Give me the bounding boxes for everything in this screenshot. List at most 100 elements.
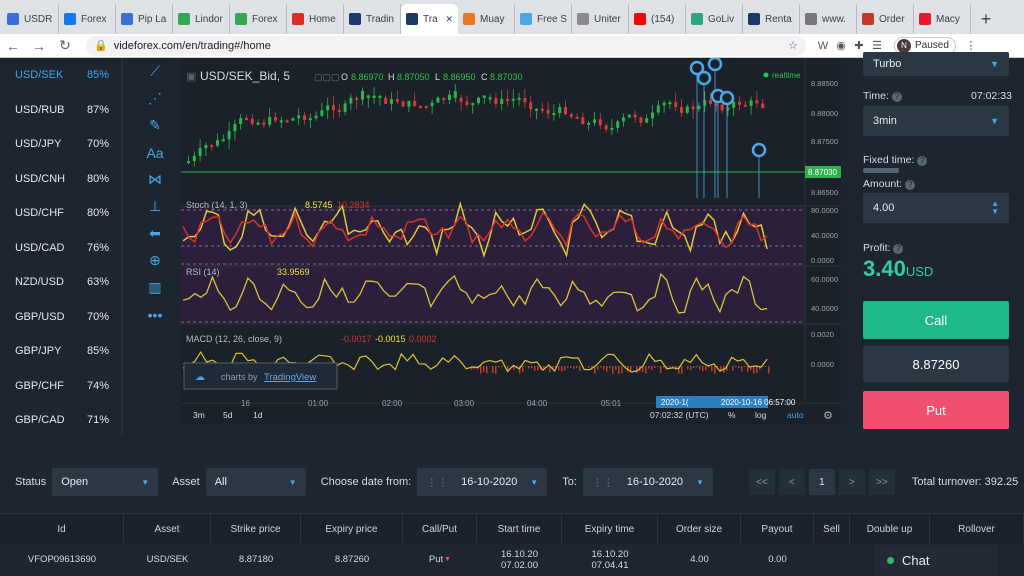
chat-button[interactable]: Chat [875,545,997,576]
chart-settings-gear-icon[interactable]: ⚙ [823,410,833,422]
amount-input[interactable]: 4.00 ▲ ▼ [863,193,1009,223]
column-header[interactable]: Strike price [211,514,301,544]
browser-tab[interactable]: Renta [743,4,800,34]
browser-tab[interactable]: Forex [59,4,116,34]
price-chart[interactable]: ▣ USD/SEK_Bid, 5 ▢▢▢ O 8.86970 H 8.87050… [181,56,841,424]
indicators-icon[interactable]: ▥ [137,274,173,301]
range-5d[interactable]: 5d [223,410,233,420]
date-from-picker[interactable]: ⋮⋮ 16-10-2020 ▼ [417,468,548,496]
browser-tab[interactable]: Tradin [344,4,401,34]
date-to-picker[interactable]: ⋮⋮ 16-10-2020 ▼ [582,468,713,496]
column-header[interactable]: Double up [850,514,930,544]
help-icon[interactable]: ? [917,156,928,166]
asset-item[interactable]: NZD/USD 63% [0,265,121,300]
column-header[interactable]: Call/Put [403,514,477,544]
browser-tab[interactable]: Home [287,4,344,34]
asset-item[interactable]: USD/RUB 87% [0,93,121,128]
extension-w-icon[interactable]: W [814,40,832,52]
browser-tab[interactable]: Order [857,4,914,34]
browser-tab[interactable]: (154) [629,4,686,34]
help-icon[interactable]: ? [893,244,904,254]
range-1d[interactable]: 1d [253,410,263,420]
stepper-icon[interactable]: ▲ ▼ [991,200,999,216]
column-header[interactable]: Expiry time [562,514,658,544]
browser-tab[interactable]: Free S [515,4,572,34]
trade-marker-pin[interactable] [696,70,712,86]
fib-tool-icon[interactable]: ⋰ [137,85,173,112]
range-3m[interactable]: 3m [193,410,205,420]
column-header[interactable]: Id [0,514,124,544]
asset-filter-select[interactable]: All ▼ [205,468,306,496]
browser-tab[interactable]: Pip La [116,4,173,34]
browser-tab[interactable]: Forex [230,4,287,34]
url-field[interactable]: 🔒 videforex.com/en/trading#/home ☆ [86,35,806,56]
chart-settings-icons[interactable]: ▢▢▢ [314,72,340,82]
current-page[interactable]: 1 [808,469,835,495]
chart-collapse-icon[interactable]: ▣ [186,71,196,83]
asset-item[interactable]: USD/CNH 80% [0,162,121,197]
asset-item[interactable]: USD/SEK 85% [0,58,121,93]
column-header[interactable]: Asset [124,514,211,544]
next-page-button[interactable]: > [838,469,865,495]
asset-item[interactable]: USD/JPY 70% [0,127,121,162]
call-button[interactable]: Call [863,301,1009,339]
asset-item[interactable]: GBP/CHF 74% [0,369,121,404]
back-icon[interactable]: ← [0,38,26,54]
help-icon[interactable]: ? [891,92,902,102]
trade-marker-pin[interactable] [707,56,723,72]
trade-marker-pin[interactable] [751,142,767,158]
table-row[interactable]: VFOP09613690 USD/SEK 8.87180 8.87260 Put… [0,543,1024,576]
auto-button[interactable]: auto [787,410,804,420]
more-tools-icon[interactable]: ••• [137,301,173,328]
asset-item[interactable]: USD/CHF 80% [0,196,121,231]
line-tool-icon[interactable]: ⟋ [137,58,173,85]
browser-tab[interactable]: USDR [2,4,59,34]
zoom-icon[interactable]: ⊕ [137,247,173,274]
mode-select[interactable]: Turbo ▼ [863,52,1009,76]
puzzle-icon[interactable]: ✚ [850,39,868,52]
prev-page-button[interactable]: < [778,469,805,495]
column-header[interactable]: Sell [814,514,850,544]
browser-tab[interactable]: Muay [458,4,515,34]
trade-marker-pin[interactable] [719,90,735,106]
chart-canvas[interactable]: ▣ USD/SEK_Bid, 5 ▢▢▢ O 8.86970 H 8.87050… [181,56,841,424]
chrome-icon[interactable]: ◉ [832,39,850,52]
measure-tool-icon[interactable]: ⊥ [137,193,173,220]
brush-tool-icon[interactable]: ✎ [137,112,173,139]
new-tab-icon[interactable]: + [971,4,1001,34]
back-arrow-icon[interactable]: ⬅ [137,220,173,247]
put-button[interactable]: Put [863,391,1009,429]
asset-item[interactable]: GBP/CAD 71% [0,403,121,438]
more-menu-icon[interactable]: ⋮ [962,39,980,52]
asset-item[interactable]: GBP/JPY 85% [0,334,121,369]
chart-symbol[interactable]: USD/SEK_Bid, 5 [200,69,290,83]
browser-tab[interactable]: GoLiv [686,4,743,34]
first-page-button[interactable]: << [748,469,775,495]
text-tool-icon[interactable]: Aa [137,139,173,166]
star-icon[interactable]: ☆ [788,39,798,52]
asset-item[interactable]: USD/CAD 76% [0,231,121,266]
playlist-icon[interactable]: ☰ [868,39,886,52]
column-header[interactable]: Expiry price [301,514,403,544]
browser-tab[interactable]: Uniter [572,4,629,34]
pattern-tool-icon[interactable]: ⋈ [137,166,173,193]
column-header[interactable]: Payout [741,514,814,544]
log-button[interactable]: log [755,410,767,420]
column-header[interactable]: Rollover [930,514,1024,544]
browser-tab[interactable]: www. [800,4,857,34]
column-header[interactable]: Start time [477,514,562,544]
asset-item[interactable]: GBP/USD 70% [0,300,121,335]
expiry-select[interactable]: 3min ▼ [863,106,1009,136]
last-page-button[interactable]: >> [868,469,895,495]
percent-button[interactable]: % [728,410,736,420]
close-tab-icon[interactable]: ✕ [445,14,453,25]
browser-tab[interactable]: Tra ✕ [401,4,458,34]
help-icon[interactable]: ? [905,180,916,190]
browser-tab[interactable]: Macy [914,4,971,34]
reload-icon[interactable]: ↻ [52,37,78,54]
forward-icon[interactable]: → [26,38,52,54]
column-header[interactable]: Order size [658,514,741,544]
watermark-brand[interactable]: TradingView [264,372,316,383]
fixed-time-toggle[interactable] [863,168,899,173]
browser-tab[interactable]: Lindor [173,4,230,34]
